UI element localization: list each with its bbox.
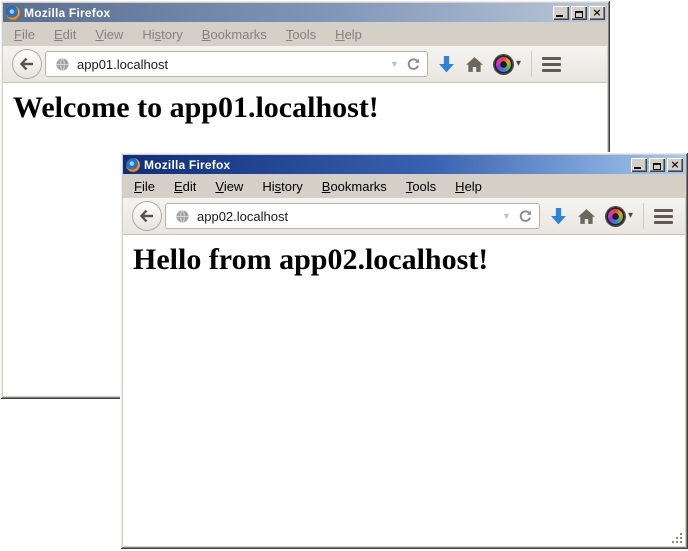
- titlebar[interactable]: Mozilla Firefox ×: [3, 3, 607, 22]
- colorwheel-icon: [606, 207, 625, 226]
- minimize-icon: [556, 15, 563, 17]
- url-text[interactable]: app02.localhost: [197, 209, 495, 224]
- menu-button[interactable]: [654, 209, 673, 224]
- menu-icon: [654, 209, 673, 212]
- minimize-icon: [634, 167, 641, 169]
- resize-grip[interactable]: [671, 532, 684, 545]
- maximize-button[interactable]: [649, 158, 665, 172]
- menu-file[interactable]: File: [126, 176, 163, 197]
- menu-help[interactable]: Help: [447, 176, 490, 197]
- back-icon: [139, 208, 155, 224]
- colorwheel-icon: [494, 55, 513, 74]
- download-button[interactable]: [550, 207, 567, 226]
- menu-history[interactable]: History: [254, 176, 310, 197]
- minimize-button[interactable]: [631, 158, 647, 172]
- menu-button[interactable]: [542, 57, 561, 72]
- menu-help[interactable]: Help: [327, 24, 370, 45]
- reload-icon: [518, 209, 533, 224]
- titlebar[interactable]: Mozilla Firefox ×: [123, 155, 685, 174]
- reload-button[interactable]: [406, 57, 421, 72]
- back-button[interactable]: [132, 201, 162, 231]
- menu-history[interactable]: History: [134, 24, 190, 45]
- maximize-icon: [575, 11, 583, 18]
- window-title: Mozilla Firefox: [144, 158, 627, 172]
- menu-tools[interactable]: Tools: [398, 176, 444, 197]
- back-button[interactable]: [12, 49, 42, 79]
- navigation-toolbar: app02.localhost ▼ ▾: [123, 198, 685, 235]
- url-bar[interactable]: app02.localhost ▼: [165, 203, 540, 229]
- close-button[interactable]: ×: [667, 158, 683, 172]
- chevron-down-icon: ▾: [628, 211, 633, 221]
- close-icon: ×: [670, 159, 679, 171]
- firefox-icon: [6, 6, 20, 20]
- menu-bookmarks[interactable]: Bookmarks: [194, 24, 275, 45]
- menu-icon: [542, 57, 561, 60]
- home-button[interactable]: [577, 208, 596, 225]
- menu-bookmarks[interactable]: Bookmarks: [314, 176, 395, 197]
- toolbar-separator: [643, 203, 644, 229]
- url-bar[interactable]: app01.localhost ▼: [45, 51, 428, 77]
- url-text[interactable]: app01.localhost: [77, 57, 383, 72]
- minimize-button[interactable]: [553, 6, 569, 20]
- close-icon: ×: [592, 7, 601, 19]
- maximize-button[interactable]: [571, 6, 587, 20]
- menu-view[interactable]: View: [207, 176, 251, 197]
- home-icon: [465, 56, 484, 73]
- download-button[interactable]: [438, 55, 455, 74]
- menu-file[interactable]: File: [6, 24, 43, 45]
- navigation-toolbar: app01.localhost ▼ ▾: [3, 46, 607, 83]
- menu-view[interactable]: View: [87, 24, 131, 45]
- globe-icon: [175, 209, 190, 224]
- urlbar-dropdown-icon[interactable]: ▼: [502, 212, 511, 221]
- back-icon: [19, 56, 35, 72]
- browser-window-app02: Mozilla Firefox × File Edit View History…: [120, 152, 688, 549]
- extension-button[interactable]: ▾: [494, 55, 521, 74]
- globe-icon: [55, 57, 70, 72]
- chevron-down-icon: ▾: [516, 59, 521, 69]
- close-button[interactable]: ×: [589, 6, 605, 20]
- menu-bar: File Edit View History Bookmarks Tools H…: [123, 174, 685, 198]
- urlbar-dropdown-icon[interactable]: ▼: [390, 60, 399, 69]
- firefox-icon: [126, 158, 140, 172]
- home-icon: [577, 208, 596, 225]
- window-title: Mozilla Firefox: [24, 6, 549, 20]
- menu-tools[interactable]: Tools: [278, 24, 324, 45]
- maximize-icon: [653, 163, 661, 170]
- page-heading: Welcome to app01.localhost!: [13, 91, 607, 125]
- extension-button[interactable]: ▾: [606, 207, 633, 226]
- toolbar-separator: [531, 51, 532, 77]
- page-content-app02: Hello from app02.localhost!: [123, 235, 685, 546]
- menu-bar: File Edit View History Bookmarks Tools H…: [3, 22, 607, 46]
- download-icon: [438, 55, 455, 74]
- page-heading: Hello from app02.localhost!: [133, 243, 685, 277]
- menu-edit[interactable]: Edit: [46, 24, 84, 45]
- menu-edit[interactable]: Edit: [166, 176, 204, 197]
- home-button[interactable]: [465, 56, 484, 73]
- download-icon: [550, 207, 567, 226]
- reload-button[interactable]: [518, 209, 533, 224]
- reload-icon: [406, 57, 421, 72]
